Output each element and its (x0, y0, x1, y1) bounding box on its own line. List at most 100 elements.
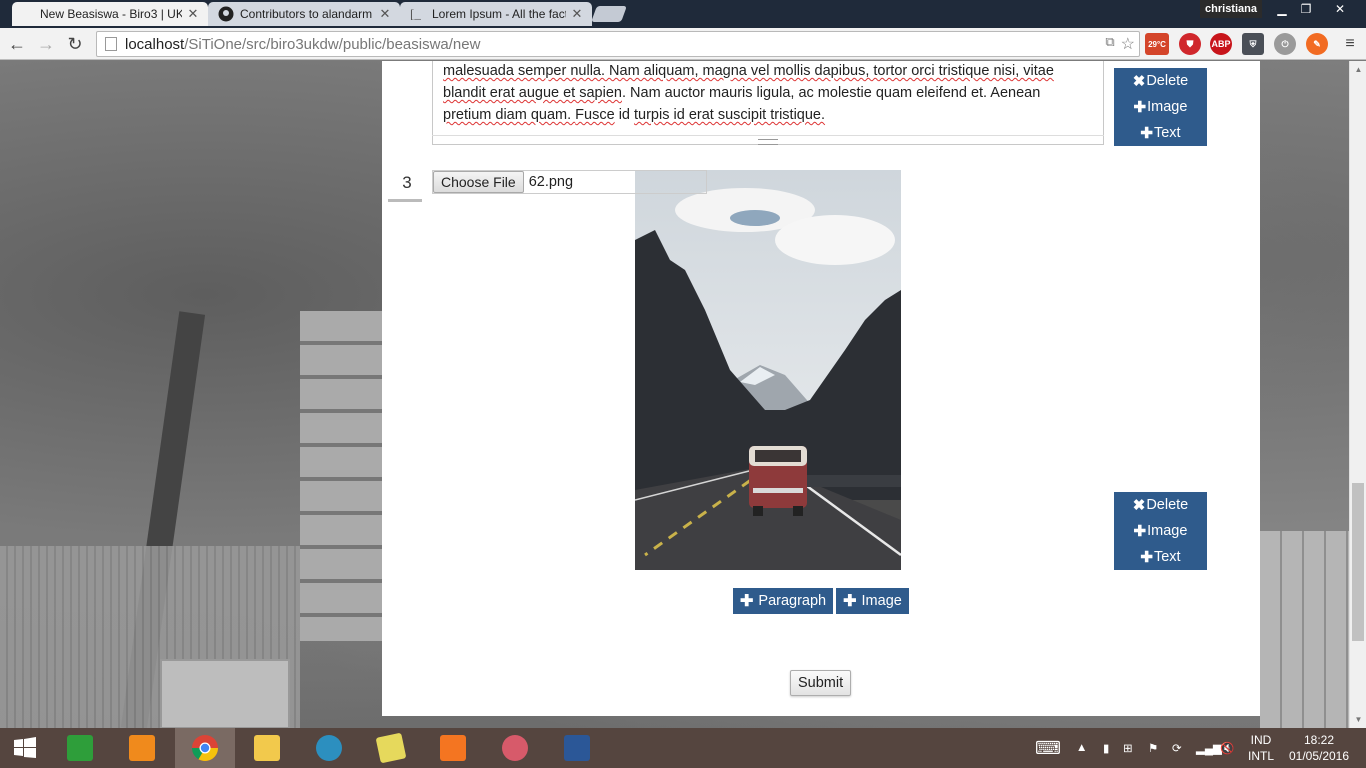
plus-icon: ✚ (1140, 549, 1153, 566)
tab-lorem-ipsum[interactable]: [_ Lorem Ipsum - All the fact ✕ (400, 2, 592, 26)
add-block-toolbar: ✚ Paragraph ✚ Image (733, 588, 909, 614)
block-number-underline (388, 199, 422, 202)
snipping-tool-taskbar-icon[interactable] (485, 728, 545, 768)
url-host: localhost (125, 35, 185, 53)
windows-tray-icon[interactable]: ⊞ (1123, 728, 1133, 768)
network-icon[interactable]: ▂▄▆ (1196, 728, 1222, 768)
tab-title: Contributors to alandarm (240, 7, 373, 21)
minimize-icon[interactable]: ▁ (1270, 0, 1294, 18)
browser-tab-strip: New Beasiswa - Biro3 | UK ✕ Contributors… (0, 0, 1366, 28)
restore-icon[interactable]: ❐ (1294, 0, 1318, 18)
tab-title: New Beasiswa - Biro3 | UK (40, 7, 182, 21)
delete-block-button[interactable]: ✖ Delete (1114, 68, 1207, 94)
add-paragraph-button[interactable]: ✚ Paragraph (733, 588, 834, 614)
profile-button[interactable]: christiana (1200, 0, 1262, 18)
sourcetree-taskbar-icon[interactable] (299, 728, 359, 768)
keyboard-icon[interactable]: ⌨ (1035, 728, 1061, 768)
github-icon (218, 6, 234, 22)
x-icon: ✖ (1132, 73, 1146, 90)
background-bins (160, 659, 290, 728)
chrome-taskbar-icon[interactable] (175, 728, 235, 768)
close-icon[interactable]: ✕ (378, 6, 392, 22)
tab-title: Lorem Ipsum - All the fact (432, 7, 566, 21)
reload-icon[interactable]: ↻ (63, 32, 87, 56)
windows-logo-icon (14, 737, 36, 758)
x-icon: ✖ (1132, 497, 1146, 514)
add-image-label: Image (861, 593, 902, 609)
shield-extension-icon[interactable]: ⛊ (1179, 33, 1201, 55)
chrome-menu-icon[interactable]: ≡ (1338, 32, 1362, 56)
block-number: 3 (402, 173, 412, 192)
start-button[interactable] (0, 728, 50, 768)
page-scrollbar[interactable]: ▲ ▼ (1349, 61, 1366, 728)
road-van-photo (635, 170, 901, 570)
uploaded-image-preview (635, 170, 901, 570)
paragraph-word-turpis: turpis (634, 107, 670, 123)
submit-button[interactable]: Submit (790, 670, 852, 696)
scroll-down-arrow-icon[interactable]: ▼ (1350, 711, 1366, 728)
adblock-plus-icon[interactable]: ABP (1210, 33, 1232, 55)
delete-label: Delete (1146, 73, 1189, 89)
image-file-input[interactable]: Choose File 62.png (432, 170, 707, 194)
scroll-up-arrow-icon[interactable]: ▲ (1350, 61, 1366, 78)
plus-icon: ✚ (740, 593, 754, 610)
choose-file-button[interactable]: Choose File (433, 171, 524, 193)
flag-icon[interactable]: ⚑ (1148, 728, 1158, 768)
power-extension-icon[interactable]: ⏻ (1274, 33, 1296, 55)
form-panel: malesuada semper nulla. Nam aliquam, mag… (382, 61, 1260, 716)
system-clock[interactable]: 18:22 01/05/2016 (1282, 732, 1356, 764)
page-viewport: malesuada semper nulla. Nam aliquam, mag… (0, 61, 1366, 728)
address-bar[interactable]: localhost/SiTiOne/src/biro3ukdw/public/b… (96, 31, 1140, 57)
paragraph-line-2b: . Nam auctor mauris ligula, ac molestie … (621, 85, 1041, 101)
text-label: Text (1153, 125, 1181, 141)
new-tab-button[interactable] (591, 6, 627, 22)
edit-extension-icon[interactable]: ✎ (1306, 33, 1328, 55)
media-player-taskbar-icon[interactable] (112, 728, 172, 768)
adblock-badge: ABP (1211, 39, 1231, 49)
textarea-resize-handle[interactable] (432, 135, 1104, 145)
word-taskbar-icon[interactable] (547, 728, 607, 768)
tab-contributors[interactable]: Contributors to alandarm ✕ (208, 2, 400, 26)
language-layout: INTL (1247, 749, 1274, 763)
paragraph-textarea[interactable]: malesuada semper nulla. Nam aliquam, mag… (432, 61, 1104, 145)
add-image-after-button[interactable]: ✚ Image (1114, 518, 1207, 544)
add-image-after-button[interactable]: ✚ Image (1114, 94, 1207, 120)
delete-label: Delete (1146, 497, 1189, 513)
weather-extension-icon[interactable]: 29°C (1145, 33, 1169, 55)
close-icon[interactable]: ✕ (570, 6, 584, 22)
plus-icon: ✚ (1140, 125, 1153, 142)
scrollbar-thumb[interactable] (1352, 483, 1364, 641)
block-2-actions: ✖ Delete ✚ Image ✚ Text (1114, 492, 1207, 570)
notes-taskbar-icon[interactable] (361, 728, 421, 768)
add-image-button[interactable]: ✚ Image (836, 588, 909, 614)
file-explorer-taskbar-icon[interactable] (237, 728, 297, 768)
language-code: IND (1250, 733, 1272, 747)
volume-muted-icon[interactable]: 🔇 (1220, 728, 1234, 768)
paragraph-line-3b: id (614, 107, 635, 123)
translate-icon[interactable]: ⧉ (1105, 34, 1114, 54)
tab-new-beasiswa[interactable]: New Beasiswa - Biro3 | UK ✕ (12, 2, 208, 26)
background-building (300, 311, 382, 641)
add-text-after-button[interactable]: ✚ Text (1114, 120, 1207, 146)
close-icon[interactable]: ✕ (186, 6, 200, 22)
back-arrow-icon[interactable]: ← (5, 32, 29, 56)
plus-icon: ✚ (843, 593, 857, 610)
delete-block-button[interactable]: ✖ Delete (1114, 492, 1207, 518)
show-hidden-icons-icon[interactable]: ▲ (1076, 728, 1087, 768)
sync-icon[interactable]: ⟳ (1172, 728, 1182, 768)
windows-taskbar: ⌨ ▲ ▮ ⊞ ⚑ ⟳ ▂▄▆ 🔇 IND INTL 18:22 01/05/2… (0, 728, 1366, 768)
forward-arrow-icon[interactable]: → (34, 32, 58, 56)
paragraph-line-1: malesuada semper nulla. Nam aliquam, mag… (443, 63, 1054, 79)
security-extension-icon[interactable]: ⛨ (1242, 33, 1264, 55)
paragraph-line-2a: blandit erat augue et sapien (443, 85, 622, 101)
store-taskbar-icon[interactable] (50, 728, 110, 768)
window-close-icon[interactable]: ✕ (1318, 0, 1362, 18)
battery-icon[interactable]: ▮ (1103, 728, 1109, 768)
input-language[interactable]: IND INTL (1244, 732, 1278, 764)
browser-toolbar: ← → ↻ localhost/SiTiOne/src/biro3ukdw/pu… (0, 28, 1366, 60)
clock-time: 18:22 (1303, 733, 1335, 747)
xampp-taskbar-icon[interactable] (423, 728, 483, 768)
bookmark-star-icon[interactable]: ☆ (1121, 34, 1135, 54)
plus-icon: ✚ (1133, 523, 1147, 540)
add-text-after-button[interactable]: ✚ Text (1114, 544, 1207, 570)
